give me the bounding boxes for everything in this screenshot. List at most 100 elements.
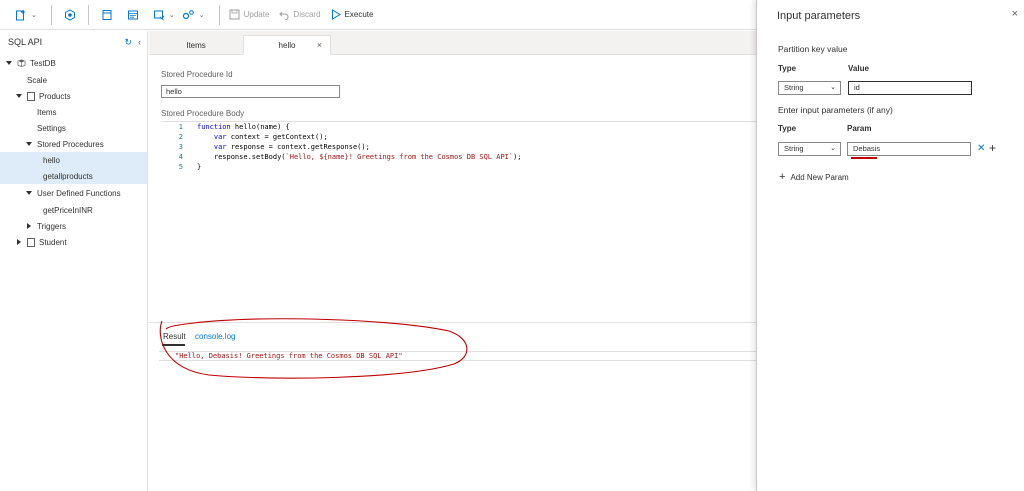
line-number: 3	[178, 143, 183, 151]
annotation-ellipse	[159, 318, 468, 379]
tree-item-items[interactable]: Items	[0, 104, 147, 120]
code-token: context = getContext();	[226, 133, 328, 141]
settings-gear-icon[interactable]	[180, 6, 198, 24]
caret-down-icon[interactable]	[26, 142, 32, 146]
value-header: Value	[848, 64, 869, 73]
code-line: 1 function hello(name) {	[161, 123, 290, 133]
tree-label: Products	[39, 91, 71, 101]
tab-label: hello	[278, 40, 296, 50]
code-token: hello(name) {	[230, 123, 290, 131]
update-label: Update	[243, 10, 270, 19]
code-token: }	[197, 163, 202, 171]
param-header: Param	[847, 124, 872, 133]
code-text: response.setBody(`Hello, ${name}! Greeti…	[197, 153, 522, 163]
toolbar-divider	[50, 4, 52, 25]
tree-item-hello[interactable]: hello	[0, 152, 147, 168]
chevron-down-icon[interactable]: ⌄	[199, 11, 205, 19]
discard-button[interactable]: Discard	[279, 5, 321, 25]
partition-key-value-input[interactable]: id	[848, 81, 972, 95]
tree-item-products[interactable]: Products	[0, 88, 147, 104]
tree-item-testdb[interactable]: TestDB	[0, 55, 147, 71]
toolbar-divider	[87, 4, 89, 25]
toolbar-divider	[218, 4, 220, 25]
code-line: 3 var response = context.getResponse();	[161, 143, 370, 153]
code-text: var response = context.getResponse();	[197, 143, 370, 153]
command-bar: ⌄ ⌄ ⌄ Update Discard Execute	[0, 0, 756, 30]
code-token: var	[213, 133, 227, 141]
collection-icon	[27, 91, 35, 101]
chevron-down-icon[interactable]: ⌄	[31, 11, 37, 19]
close-icon[interactable]: ×	[317, 40, 322, 50]
param-value-input[interactable]: Debasis	[847, 142, 971, 156]
update-button[interactable]: Update	[229, 5, 270, 25]
tree-item-getpriceininr[interactable]: getPriceInINR	[0, 202, 147, 218]
tree-item-user-defined-functions[interactable]: User Defined Functions	[0, 185, 147, 201]
tree-item-triggers[interactable]: Triggers	[0, 218, 147, 234]
line-number: 4	[178, 153, 183, 161]
tree-label: getPriceInINR	[43, 205, 93, 215]
new-sql-query-icon[interactable]	[98, 6, 116, 24]
caret-down-icon[interactable]	[26, 191, 32, 195]
code-editor[interactable]: 1 function hello(name) {2 var context = g…	[161, 121, 756, 321]
sp-id-input[interactable]: hello	[161, 85, 340, 98]
tree-item-stored-procedures[interactable]: Stored Procedures	[0, 136, 147, 152]
execute-button[interactable]: Execute	[331, 5, 374, 25]
tab-bar: Items hello ×	[149, 31, 756, 55]
cosmos-icon[interactable]	[61, 6, 79, 24]
line-number: 5	[178, 163, 183, 171]
tree-item-getallproducts[interactable]: getallproducts	[0, 168, 147, 184]
plus-icon: +	[779, 171, 786, 183]
tab-items[interactable]: Items	[149, 35, 243, 55]
sidebar-title: SQL API	[8, 37, 43, 47]
tree-label: User Defined Functions	[37, 188, 121, 198]
undo-icon	[279, 11, 289, 20]
caret-right-icon[interactable]	[27, 223, 31, 229]
panel-title: Input parameters	[777, 10, 861, 22]
collection-icon	[27, 237, 35, 247]
line-number: 1	[178, 123, 183, 131]
stored-procedure-editor: Stored Procedure Id hello Stored Procedu…	[149, 56, 756, 321]
code-token: `Hello, ${name}! Greetings from the Cosm…	[285, 153, 514, 161]
execute-label: Execute	[344, 10, 374, 19]
tree-label: getallproducts	[43, 171, 93, 181]
tree-label: TestDB	[30, 58, 56, 68]
code-line: 5}	[161, 163, 201, 173]
type-header: Type	[778, 124, 797, 133]
tree-item-settings[interactable]: Settings	[0, 120, 147, 136]
add-new-param-button[interactable]: + Add New Param	[779, 171, 849, 183]
new-stored-procedure-icon[interactable]	[150, 6, 168, 24]
param-type-select[interactable]: String ⌄	[778, 142, 841, 156]
annotation-underline	[851, 157, 877, 159]
caret-down-icon[interactable]	[6, 61, 12, 65]
close-icon[interactable]: ×	[1012, 8, 1018, 20]
resource-tree: SQL API ↻ ‹ TestDB Scale Products Items …	[0, 31, 148, 491]
refresh-icon[interactable]: ↻	[124, 37, 132, 48]
tree-item-scale[interactable]: Scale	[0, 72, 147, 88]
code-text: var context = getContext();	[197, 133, 328, 143]
open-query-icon[interactable]	[124, 6, 142, 24]
sidebar-header: SQL API ↻ ‹	[0, 31, 147, 53]
partition-key-label: Partition key value	[778, 44, 848, 54]
partition-key-type-select[interactable]: String ⌄	[778, 81, 841, 95]
code-text: function hello(name) {	[197, 123, 290, 133]
tab-hello[interactable]: hello ×	[243, 35, 331, 55]
caret-down-icon[interactable]	[16, 94, 22, 98]
tree-label: hello	[43, 155, 60, 165]
tree-label: Stored Procedures	[37, 139, 104, 149]
add-param-icon[interactable]: +	[989, 141, 996, 155]
remove-param-icon[interactable]: ✕	[977, 143, 985, 154]
play-icon	[331, 9, 341, 20]
add-new-param-label: Add New Param	[790, 172, 849, 182]
new-container-icon[interactable]	[12, 6, 30, 24]
tree-label: Triggers	[37, 221, 67, 231]
select-value: String	[784, 144, 804, 153]
input-parameters-panel: Input parameters × Partition key value T…	[756, 0, 1024, 491]
collapse-icon[interactable]: ‹	[138, 37, 141, 48]
tree-label: Scale	[27, 75, 48, 85]
code-token: var	[213, 143, 227, 151]
tab-label: Items	[186, 40, 206, 50]
sp-body-label: Stored Procedure Body	[161, 109, 245, 118]
tree-item-student[interactable]: Student	[0, 234, 147, 250]
caret-right-icon[interactable]	[17, 239, 21, 245]
chevron-down-icon[interactable]: ⌄	[169, 11, 175, 19]
